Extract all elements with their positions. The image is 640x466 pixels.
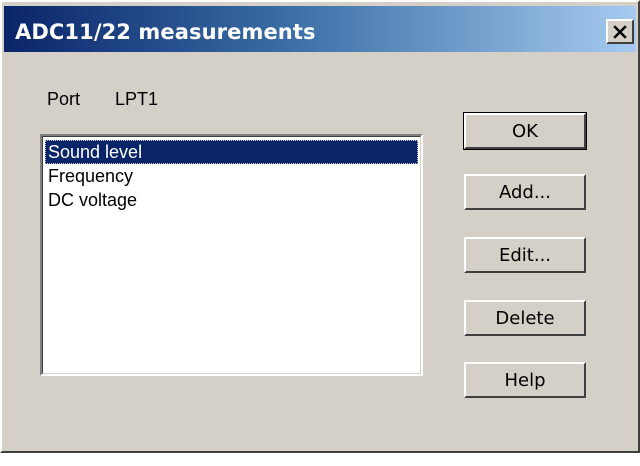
close-button[interactable] [606, 19, 634, 44]
measurements-list[interactable]: Sound level Frequency DC voltage [40, 134, 423, 376]
port-label: Port [47, 89, 81, 109]
title-bar[interactable]: ADC11/22 measurements [4, 6, 636, 52]
measurements-dialog: ADC11/22 measurements Port LPT1 Sound le… [0, 0, 640, 453]
list-item-dc-voltage[interactable]: DC voltage [45, 188, 418, 212]
port-value: LPT1 [115, 89, 159, 109]
close-icon [613, 24, 627, 39]
window-title: ADC11/22 measurements [15, 20, 316, 44]
list-item-frequency[interactable]: Frequency [45, 164, 418, 188]
list-item-sound-level[interactable]: Sound level [45, 140, 418, 164]
edit-button[interactable]: Edit... [464, 237, 586, 273]
add-button[interactable]: Add... [464, 174, 586, 210]
help-button[interactable]: Help [464, 362, 586, 398]
delete-button[interactable]: Delete [464, 300, 586, 336]
ok-button[interactable]: OK [463, 112, 587, 150]
